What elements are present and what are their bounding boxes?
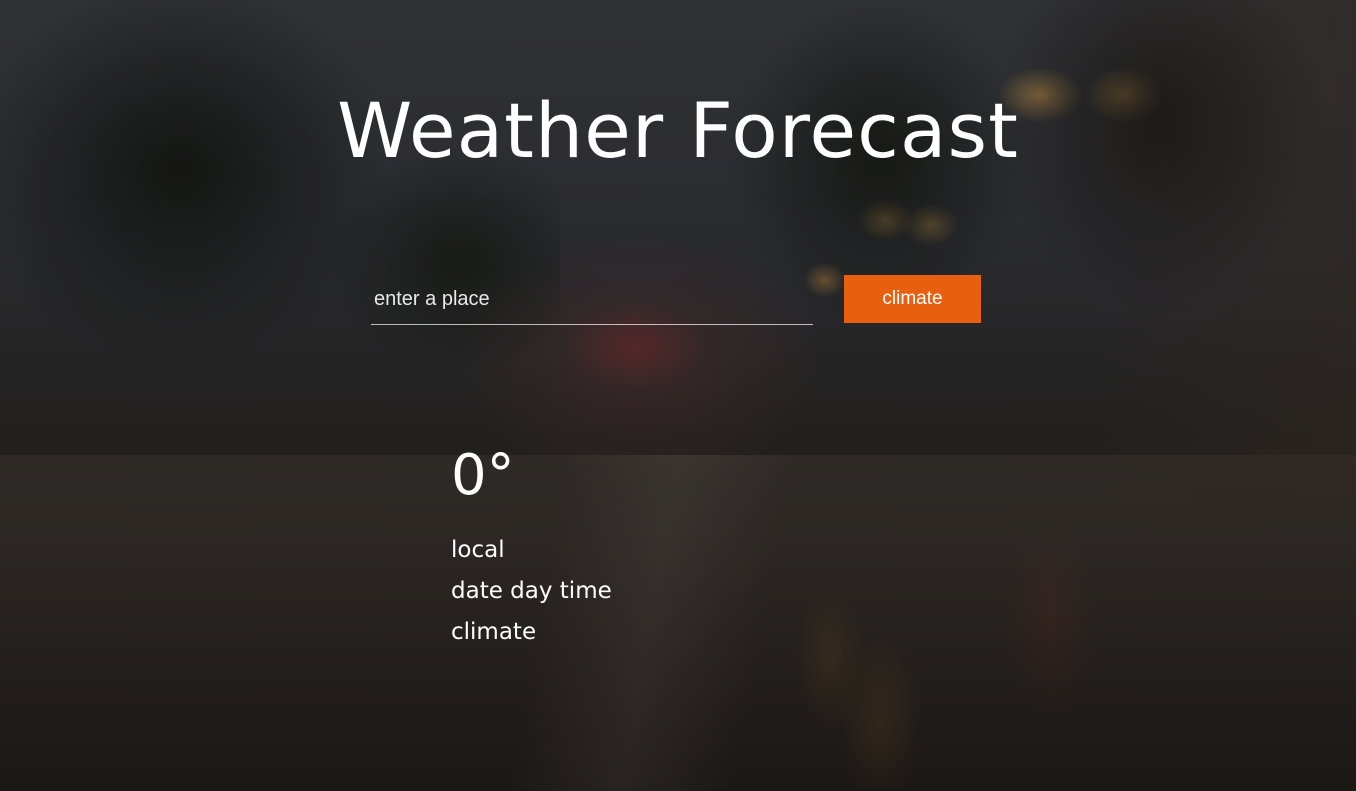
place-input[interactable] <box>371 275 813 325</box>
climate-button[interactable]: climate <box>844 275 981 323</box>
search-form: climate <box>371 275 981 327</box>
datetime-label: date day time <box>451 578 612 604</box>
location-label: local <box>451 537 505 563</box>
condition-label: climate <box>451 619 537 645</box>
page-title: Weather Forecast <box>337 86 1019 175</box>
temperature-value: 0° <box>451 443 515 508</box>
weather-info: 0° local date day time climate <box>451 440 751 653</box>
